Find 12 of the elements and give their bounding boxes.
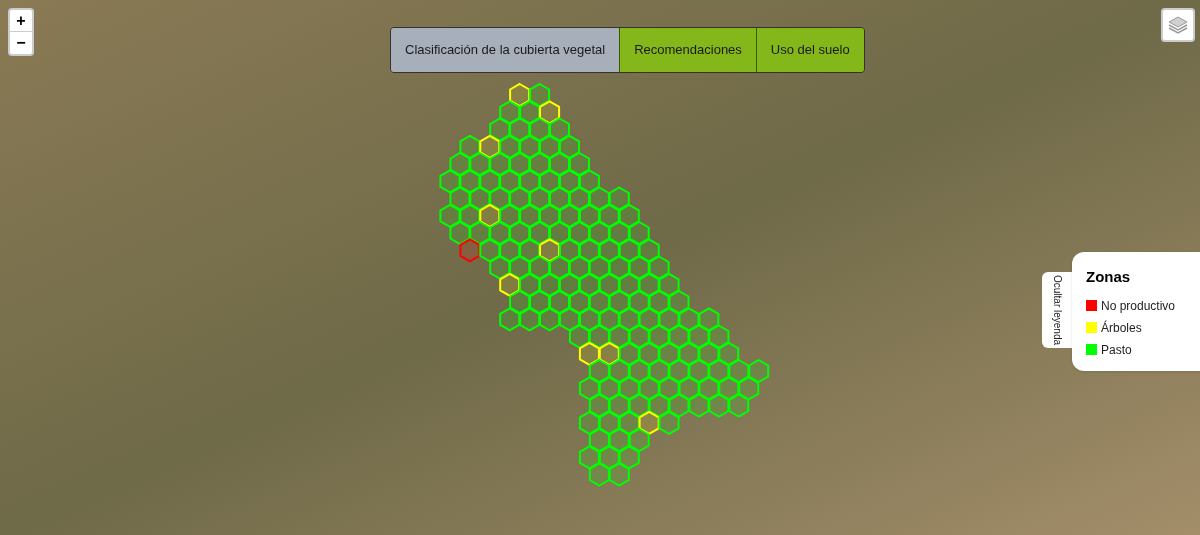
layers-button[interactable]	[1161, 8, 1195, 42]
hide-legend-tab[interactable]: Ocultar leyenda	[1042, 272, 1072, 349]
zoom-out-button[interactable]: −	[10, 32, 32, 54]
legend-label: Árboles	[1101, 319, 1142, 337]
zoom-in-button[interactable]: +	[10, 10, 32, 32]
tab[interactable]: Clasificación de la cubierta vegetal	[391, 28, 620, 72]
layers-icon	[1168, 16, 1188, 34]
tab[interactable]: Uso del suelo	[755, 28, 864, 72]
legend-label: No productivo	[1101, 297, 1176, 315]
legend-label: Pasto	[1101, 341, 1132, 359]
legend-title: Zonas	[1086, 267, 1132, 287]
tab[interactable]: Recomendaciones	[619, 28, 756, 72]
